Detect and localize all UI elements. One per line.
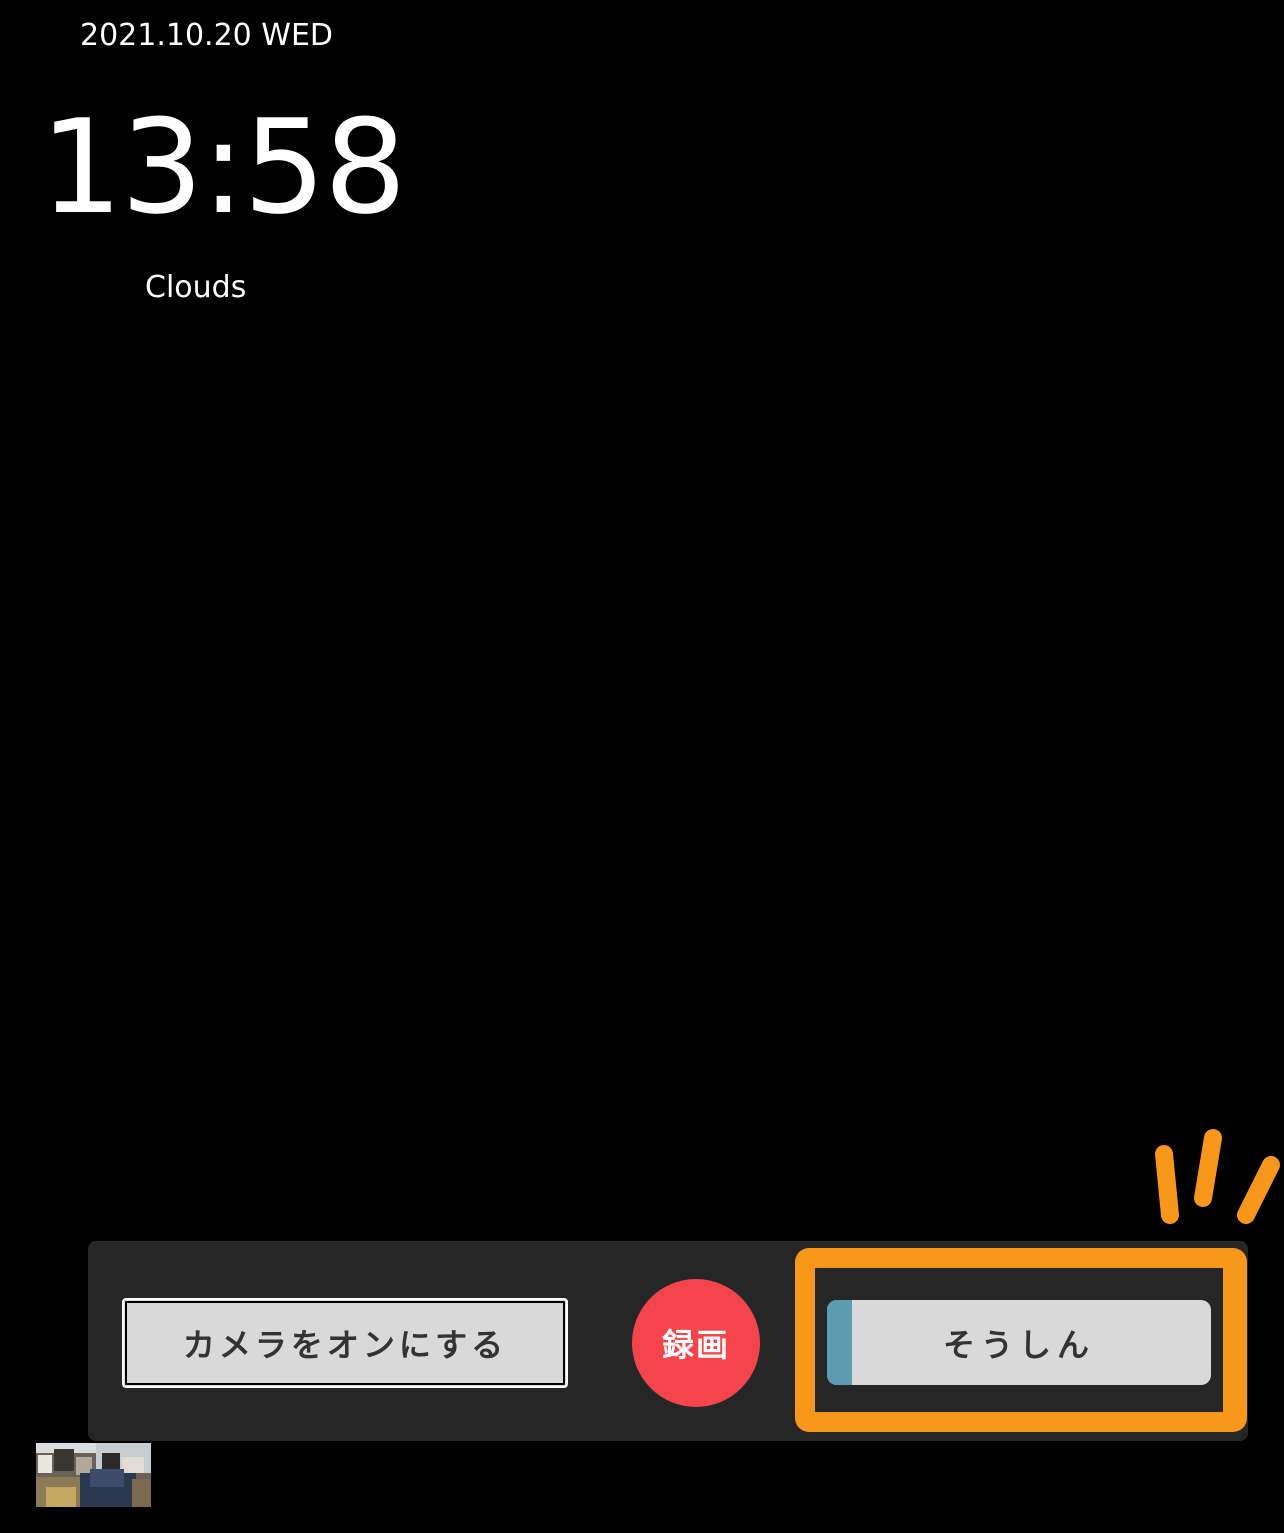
send-button-label: そうしん bbox=[942, 1325, 1095, 1364]
send-button[interactable]: そうしん bbox=[827, 1300, 1211, 1385]
send-progress-bar bbox=[827, 1300, 852, 1385]
weather-label: Clouds bbox=[145, 270, 247, 305]
date-label: 2021.10.20 WED bbox=[80, 18, 334, 53]
clock-time: 13:58 bbox=[40, 91, 407, 243]
record-button[interactable]: 録画 bbox=[632, 1279, 760, 1407]
emphasis-lines-icon bbox=[1155, 1129, 1280, 1224]
camera-preview-thumbnail bbox=[36, 1443, 151, 1507]
camera-on-button[interactable]: カメラをオンにする bbox=[122, 1298, 568, 1388]
